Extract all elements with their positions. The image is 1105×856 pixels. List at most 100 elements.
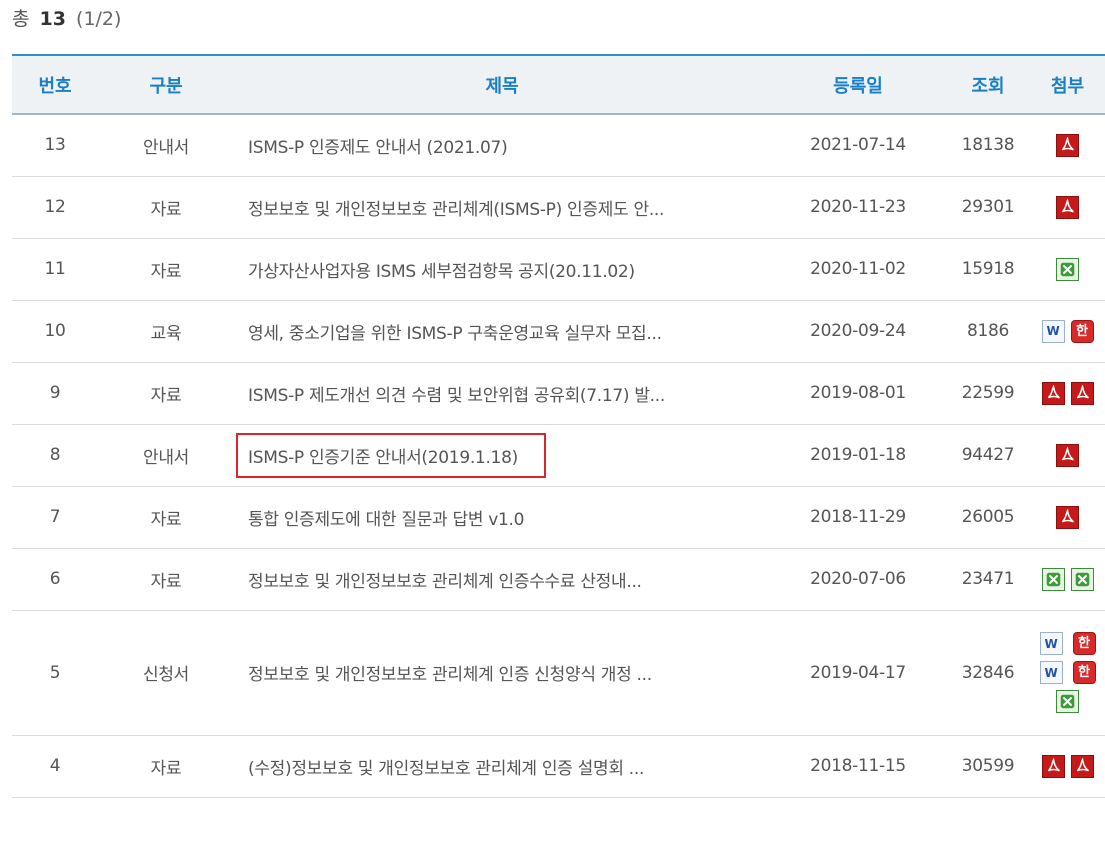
table-row: 6 자료 정보보호 및 개인정보보호 관리체계 인증수수료 산정내... 202… — [12, 548, 1105, 611]
table-row-highlighted: 8 안내서 ISMS-P 인증기준 안내서(2019.1.18) 2019-01… — [12, 424, 1105, 487]
pdf-icon[interactable] — [1041, 381, 1065, 405]
post-title-link[interactable]: 정보보호 및 개인정보보호 관리체계 인증수수료 산정내... — [248, 572, 642, 592]
post-title-link-highlighted[interactable]: ISMS-P 인증기준 안내서(2019.1.18) — [236, 432, 546, 478]
post-title-link[interactable]: 정보보호 및 개인정보보호 관리체계 인증 신청양식 개정 ... — [248, 665, 652, 685]
hwp-icon[interactable]: 한 — [1072, 661, 1096, 684]
board-table: 번호 구분 제목 등록일 조회 첨부 13 안내서 ISMS-P 인증제도 안내… — [12, 54, 1105, 798]
hwp-icon[interactable]: 한 — [1070, 319, 1094, 343]
post-title-link[interactable]: 정보보호 및 개인정보보호 관리체계(ISMS-P) 인증제도 안... — [248, 200, 664, 220]
row-views: 18138 — [946, 114, 1030, 177]
row-views: 32846 — [946, 610, 1030, 736]
attachment-list — [1030, 257, 1105, 281]
post-title-link[interactable]: ISMS-P 제도개선 의견 수렴 및 보안위협 공유회(7.17) 발... — [248, 386, 665, 406]
column-header-category: 구분 — [98, 54, 234, 115]
excel-icon[interactable] — [1056, 257, 1079, 281]
row-date: 2020-11-23 — [770, 176, 946, 239]
row-number: 13 — [12, 114, 98, 177]
row-views: 23471 — [946, 548, 1030, 611]
row-category: 자료 — [98, 362, 234, 425]
page-indicator: (1/2) — [76, 8, 122, 30]
pdf-icon[interactable] — [1056, 195, 1079, 219]
row-category: 교육 — [98, 300, 234, 363]
table-row: 4 자료 (수정)정보보호 및 개인정보보호 관리체계 인증 설명회 ... 2… — [12, 735, 1105, 798]
attachment-list — [1030, 754, 1105, 778]
row-number: 12 — [12, 176, 98, 239]
column-header-date: 등록일 — [770, 54, 946, 115]
row-category: 안내서 — [98, 424, 234, 487]
attachment-list — [1030, 195, 1105, 219]
row-number: 7 — [12, 486, 98, 549]
post-title-link[interactable]: 영세, 중소기업을 위한 ISMS-P 구축운영교육 실무자 모집... — [248, 324, 662, 344]
pdf-icon[interactable] — [1056, 443, 1079, 467]
attachment-list — [1030, 443, 1105, 467]
attachment-list — [1030, 567, 1105, 591]
pdf-icon[interactable] — [1041, 754, 1065, 778]
table-row: 10 교육 영세, 중소기업을 위한 ISMS-P 구축운영교육 실무자 모집.… — [12, 300, 1105, 363]
post-count-summary: 총 13 (1/2) — [12, 4, 121, 31]
row-date: 2020-07-06 — [770, 548, 946, 611]
row-views: 22599 — [946, 362, 1030, 425]
row-category: 자료 — [98, 548, 234, 611]
column-header-views: 조회 — [946, 54, 1030, 115]
row-number: 11 — [12, 238, 98, 301]
attachment-list — [1030, 133, 1105, 157]
excel-icon[interactable] — [1070, 567, 1094, 591]
table-row: 9 자료 ISMS-P 제도개선 의견 수렴 및 보안위협 공유회(7.17) … — [12, 362, 1105, 425]
table-row: 12 자료 정보보호 및 개인정보보호 관리체계(ISMS-P) 인증제도 안.… — [12, 176, 1105, 239]
row-number: 10 — [12, 300, 98, 363]
attachment-list — [1030, 505, 1105, 529]
hwp-icon[interactable]: 한 — [1072, 632, 1096, 655]
word-icon[interactable]: W — [1039, 632, 1063, 655]
row-number: 8 — [12, 424, 98, 487]
table-header-row: 번호 구분 제목 등록일 조회 첨부 — [12, 54, 1105, 115]
pdf-icon[interactable] — [1056, 133, 1079, 157]
pdf-icon[interactable] — [1056, 505, 1079, 529]
row-date: 2020-09-24 — [770, 300, 946, 363]
attachment-list: W한 — [1030, 319, 1105, 343]
table-row: 11 자료 가상자산사업자용 ISMS 세부점검항목 공지(20.11.02) … — [12, 238, 1105, 301]
row-views: 8186 — [946, 300, 1030, 363]
pdf-icon[interactable] — [1070, 754, 1094, 778]
column-header-title: 제목 — [234, 54, 770, 115]
row-category: 자료 — [98, 486, 234, 549]
row-date: 2018-11-29 — [770, 486, 946, 549]
post-title-link[interactable]: ISMS-P 인증제도 안내서 (2021.07) — [248, 138, 508, 158]
row-views: 30599 — [946, 735, 1030, 798]
row-number: 5 — [12, 610, 98, 736]
row-number: 6 — [12, 548, 98, 611]
column-header-no: 번호 — [12, 54, 98, 115]
row-category: 안내서 — [98, 114, 234, 177]
row-views: 29301 — [946, 176, 1030, 239]
word-icon[interactable]: W — [1039, 661, 1063, 684]
row-views: 26005 — [946, 486, 1030, 549]
post-title-link[interactable]: 가상자산사업자용 ISMS 세부점검항목 공지(20.11.02) — [248, 262, 635, 282]
row-category: 자료 — [98, 238, 234, 301]
row-date: 2019-04-17 — [770, 610, 946, 736]
attachment-list — [1030, 381, 1105, 405]
row-views: 15918 — [946, 238, 1030, 301]
excel-icon[interactable] — [1041, 567, 1065, 591]
table-row: 7 자료 통합 인증제도에 대한 질문과 답변 v1.0 2018-11-29 … — [12, 486, 1105, 549]
row-category: 자료 — [98, 176, 234, 239]
pdf-icon[interactable] — [1070, 381, 1094, 405]
word-icon[interactable]: W — [1041, 319, 1065, 343]
row-date: 2021-07-14 — [770, 114, 946, 177]
row-category: 신청서 — [98, 610, 234, 736]
total-label: 총 — [12, 8, 30, 30]
row-category: 자료 — [98, 735, 234, 798]
row-date: 2019-01-18 — [770, 424, 946, 487]
row-number: 4 — [12, 735, 98, 798]
table-row: 13 안내서 ISMS-P 인증제도 안내서 (2021.07) 2021-07… — [12, 114, 1105, 177]
row-date: 2019-08-01 — [770, 362, 946, 425]
row-date: 2018-11-15 — [770, 735, 946, 798]
row-views: 94427 — [946, 424, 1030, 487]
row-number: 9 — [12, 362, 98, 425]
total-count: 13 — [39, 8, 66, 30]
attachment-list: W한W한 — [1030, 632, 1105, 713]
table-row: 5 신청서 정보보호 및 개인정보보호 관리체계 인증 신청양식 개정 ... … — [12, 610, 1105, 736]
column-header-attachments: 첨부 — [1030, 54, 1105, 115]
row-date: 2020-11-02 — [770, 238, 946, 301]
excel-icon[interactable] — [1056, 690, 1079, 713]
post-title-link[interactable]: 통합 인증제도에 대한 질문과 답변 v1.0 — [248, 510, 524, 530]
post-title-link[interactable]: (수정)정보보호 및 개인정보보호 관리체계 인증 설명회 ... — [248, 759, 644, 779]
